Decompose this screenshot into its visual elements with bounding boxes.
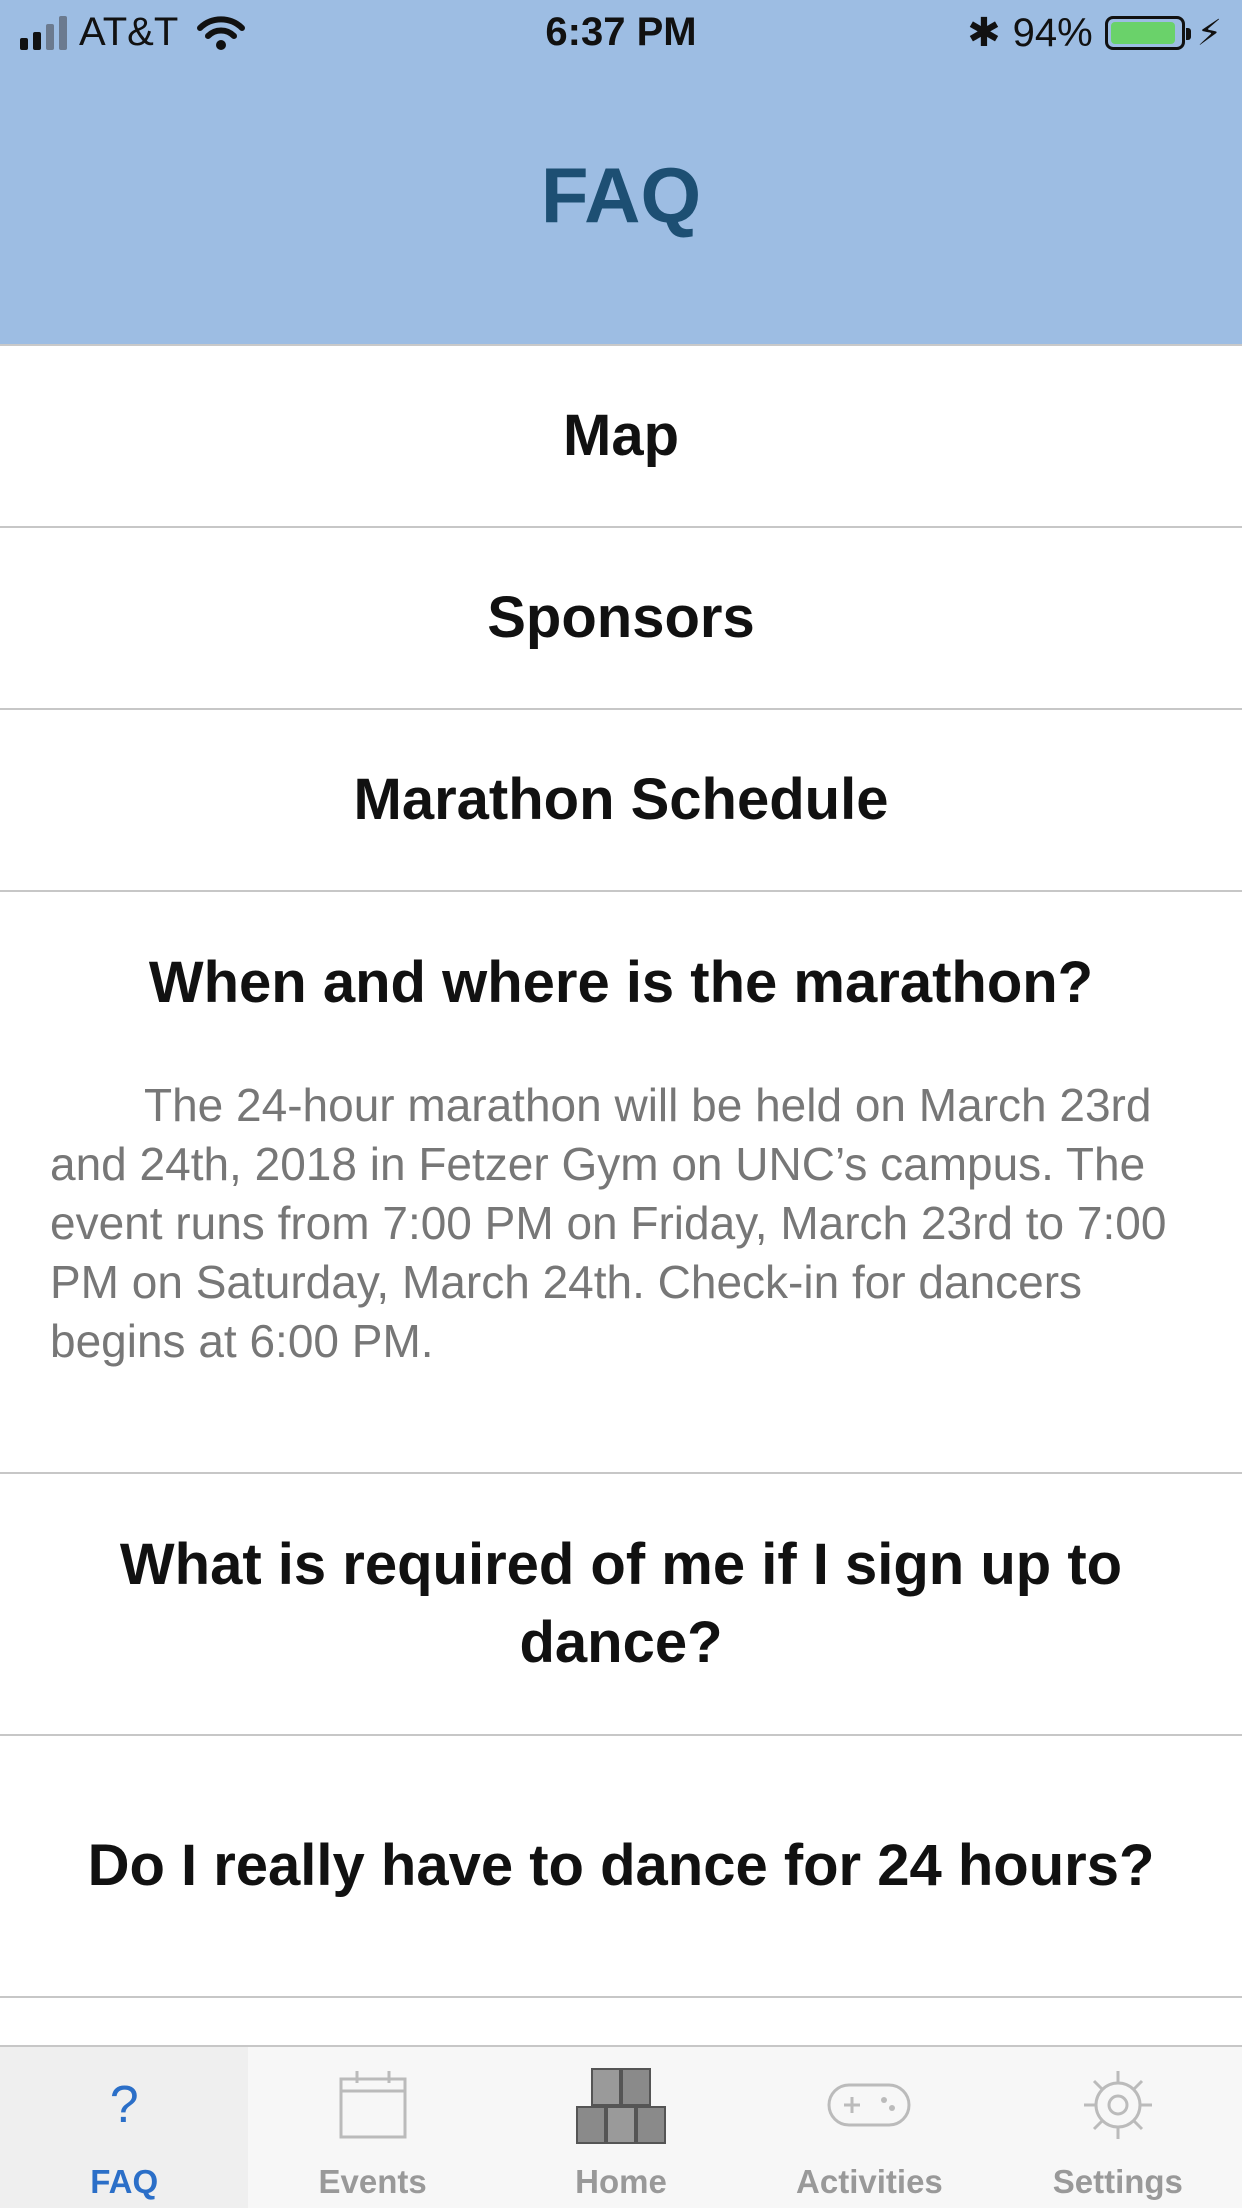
faq-item-requirements[interactable]: What is required of me if I sign up to d… [0,1474,1242,1736]
tab-label: Settings [1052,2163,1183,2200]
tab-activities[interactable]: Activities [745,2047,993,2208]
faq-answer: The 24-hour marathon will be held on Mar… [50,1079,1167,1367]
status-bar: AT&T 6:37 PM ✱ 94% ⚡ [0,0,1242,66]
bluetooth-icon: ✱ [967,11,1001,55]
battery-percent: 94% [1012,10,1093,55]
faq-item-when-where[interactable]: When and where is the marathon? The 24-h… [0,892,1242,1474]
status-right: ✱ 94% ⚡ [967,10,1222,56]
tab-label: Home [575,2163,667,2200]
tab-settings[interactable]: Settings [994,2047,1242,2208]
page-title: FAQ [540,151,702,239]
header-bar: AT&T 6:37 PM ✱ 94% ⚡ FAQ [0,0,1242,346]
faq-item-sponsors[interactable]: Sponsors [0,528,1242,710]
tab-faq[interactable]: ? FAQ [0,2047,249,2208]
tab-label: Activities [796,2163,943,2200]
battery-fill [1110,22,1175,44]
faq-list: Map Sponsors Marathon Schedule When and … [0,346,1242,2050]
tab-home[interactable]: Home [497,2047,745,2208]
charging-icon: ⚡ [1196,12,1222,53]
tab-label: FAQ [90,2163,159,2200]
faq-question: When and where is the marathon? [148,950,1094,1015]
faq-item-marathon-schedule[interactable]: Marathon Schedule [0,710,1242,892]
tab-label: Events [318,2163,427,2200]
faq-item-map[interactable]: Map [0,346,1242,528]
tab-bar: ? FAQ Events Home Activities Settings [0,2045,1242,2208]
gear-icon [1080,2060,1156,2150]
faq-item-dance-24-hours[interactable]: Do I really have to dance for 24 hours? [0,1736,1242,1998]
gamepad-icon [826,2060,912,2150]
tab-events[interactable]: Events [248,2047,496,2208]
faq-item-next[interactable] [0,1998,1242,2050]
calendar-icon [337,2060,409,2150]
battery-icon [1104,16,1191,50]
blocks-icon [575,2060,667,2150]
question-icon: ? [109,2076,139,2134]
